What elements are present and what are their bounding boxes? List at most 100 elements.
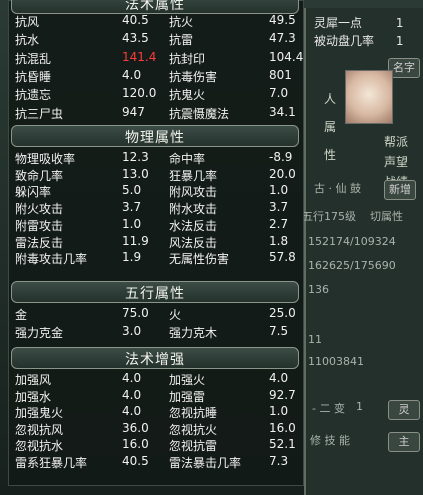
attribute-row: 加强水 4.0 加强雷 92.7 [15,388,297,405]
dim-text: 162625/175690 [308,259,396,272]
attribute-row: 抗昏睡 4.0 抗毒伤害 801 [15,68,297,85]
attribute-value: 40.5 [122,454,149,468]
attribute-label: 附火攻击 [15,202,64,217]
attribute-value: 40.5 [122,13,149,27]
attribute-label: 附水攻击 [169,202,218,217]
attribute-value: 4.0 [122,371,142,385]
attribute-row: 致命几率 13.0 狂暴几率 20.0 [15,167,297,184]
attribute-row: 物理吸收率 12.3 命中率 -8.9 [15,150,297,167]
attribute-row: 忽视抗水 16.0 忽视抗雷 52.1 [15,437,297,454]
attribute-value: 92.7 [269,387,296,402]
attribute-label: 雷系狂暴几率 [15,456,88,470]
attribute-value: 1.0 [269,183,289,198]
attribute-row: 附火攻击 3.7 附水攻击 3.7 [15,200,297,217]
attribute-row: 抗混乱 141.4 抗封印 104.4 [15,49,303,67]
attribute-label: 风法反击 [169,235,218,250]
attribute-label: 水法反击 [169,218,218,233]
attribute-row: 加强鬼火 4.0 忽视抗睡 1.0 [15,404,297,421]
attribute-value: -8.9 [269,150,293,164]
attribute-row: 强力克金 3.0 强力克木 7.5 [15,324,297,341]
attribute-label: 躲闪率 [15,185,52,200]
attribute-label: 加强雷 [169,389,206,404]
section-header: 法术增强 [11,347,299,369]
attribute-label: 抗震慑魔法 [169,106,230,121]
attribute-value: 120.0 [122,86,157,101]
attribute-label: 加强火 [169,373,206,387]
attribute-label: 致命几率 [15,168,64,183]
spirit-button[interactable]: 灵 [388,400,420,420]
dim-text: 11 [308,333,322,346]
attribute-value: 4.0 [122,387,142,402]
attribute-row: 抗三尸虫 947 抗震慑魔法 34.1 [15,105,297,122]
attribute-label: 忽视抗雷 [169,439,218,454]
attribute-label: 狂暴几率 [169,168,218,183]
side-label: 声望 [384,155,409,169]
attribute-value: 1.8 [269,233,289,248]
attribute-row: 加强风 4.0 加强火 4.0 [15,371,297,388]
attribute-value: 12.3 [122,150,149,164]
section-title: 法术属性 [125,0,185,13]
attribute-label: 抗三尸虫 [15,106,64,121]
attribute-label: 抗封印 [169,51,206,66]
attribute-row: 忽视抗风 36.0 忽视抗火 16.0 [15,421,297,438]
attribute-value: 34.1 [269,104,296,119]
attribute-value: 16.0 [122,437,149,452]
attribute-value: 75.0 [122,306,149,320]
section-header: 物理属性 [11,125,299,147]
attribute-label: 抗毒伤害 [169,69,218,84]
attribute-value: 7.3 [269,454,289,468]
dim-text: 修 技 能 [310,434,350,447]
attribute-value: 52.1 [269,437,296,452]
attribute-value: 36.0 [122,420,149,435]
side-char: 属 [324,120,337,134]
attribute-label: 强力克金 [15,326,64,340]
attribute-label: 忽视抗睡 [169,406,218,421]
attribute-label: 抗混乱 [15,51,52,66]
attribute-label: 加强风 [15,373,52,387]
attribute-value: 1.0 [269,404,289,419]
attribute-label: 命中率 [169,152,206,166]
attribute-label: 抗昏睡 [15,69,52,84]
attribute-value: 43.5 [122,31,149,46]
attribute-label: 加强鬼火 [15,406,64,421]
attribute-value: 25.0 [269,306,296,320]
dim-text: 11003841 [308,355,364,368]
attribute-value: 11.9 [122,233,149,248]
attribute-label: 附风攻击 [169,185,218,200]
attribute-label: 雷法反击 [15,235,64,250]
right-row: 被动盘几率 1 [314,34,404,48]
attribute-label: 抗风 [15,15,40,29]
attribute-label: 忽视抗火 [169,422,218,437]
attribute-row: 抗风 40.5 抗火 49.5 [15,13,297,30]
section-header: 五行属性 [11,281,299,303]
attribute-label: 忽视抗水 [15,439,64,454]
attribute-value: 5.0 [122,183,142,198]
section-title: 法术增强 [125,352,185,368]
right-row: 灵犀一点 1 [314,16,404,30]
attribute-row: 附毒攻击几率 1.9 无属性伤害 57.8 [15,250,297,267]
side-char: 人 [324,92,337,106]
dim-text: - 二 变 [312,402,345,415]
attribute-value: 20.0 [269,166,296,181]
new-button[interactable]: 新增 [384,180,416,200]
attribute-value: 4.0 [122,404,142,419]
attribute-row: 附雷攻击 1.0 水法反击 2.7 [15,217,297,234]
attribute-label: 无属性伤害 [169,252,230,267]
attribute-value: 801 [269,67,292,82]
attribute-value: 57.8 [269,250,296,265]
attribute-label: 火 [169,308,182,322]
section-title: 物理属性 [125,130,185,146]
dim-text: 五行175级 [302,210,356,223]
side-char: 性 [324,148,337,162]
attribute-row: 躲闪率 5.0 附风攻击 1.0 [15,183,297,200]
attribute-value: 141.4 [122,49,157,64]
attribute-value: 1.9 [122,250,142,265]
attribute-value: 4.0 [269,371,289,385]
attribute-value: 47.3 [269,31,296,46]
attribute-value: 947 [122,104,145,119]
attribute-value: 13.0 [122,166,149,181]
main-button[interactable]: 主 [388,432,420,452]
attribute-value: 49.5 [269,13,296,27]
attribute-value: 4.0 [122,67,142,82]
attribute-row: 金 75.0 火 25.0 [15,306,297,323]
